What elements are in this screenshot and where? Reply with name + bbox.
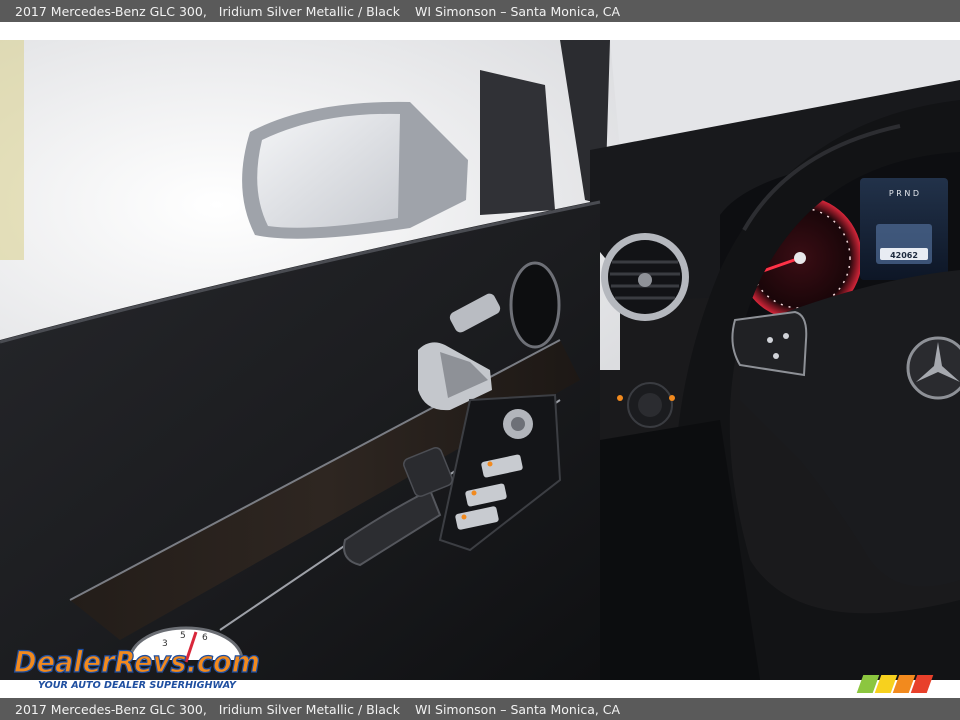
color-stripes-icon [856, 673, 934, 695]
vehicle-color: Iridium Silver Metallic / Black [218, 3, 400, 19]
svg-text:5: 5 [180, 631, 186, 641]
vehicle-title: 2017 Mercedes-Benz GLC 300, [15, 3, 207, 19]
vehicle-color: Iridium Silver Metallic / Black [218, 701, 400, 717]
odometer: 42062 [890, 251, 918, 260]
gear-indicator: P R N D [889, 189, 919, 198]
dealer-name: WI Simonson – Santa Monica, CA [415, 701, 621, 717]
wheel-buttons [731, 310, 808, 377]
vehicle-photo: P R N D 42062 [0, 40, 960, 680]
svg-text:6: 6 [202, 633, 208, 643]
caption-bar-top: 2017 Mercedes-Benz GLC 300, Iridium Silv… [0, 0, 960, 22]
dealerrevs-logo-text: DealerRevs.com [14, 645, 260, 679]
caption-bar-bottom: 2017 Mercedes-Benz GLC 300, Iridium Silv… [0, 698, 960, 720]
dealer-name: WI Simonson – Santa Monica, CA [415, 3, 621, 19]
vehicle-title: 2017 Mercedes-Benz GLC 300, [15, 701, 207, 717]
door-speaker [509, 261, 561, 349]
dealerrevs-tagline: YOUR AUTO DEALER SUPERHIGHWAY [38, 680, 238, 691]
dealerrevs-watermark: 3 5 6 DealerRevs.com YOUR AUTO DEALER SU… [12, 624, 264, 694]
